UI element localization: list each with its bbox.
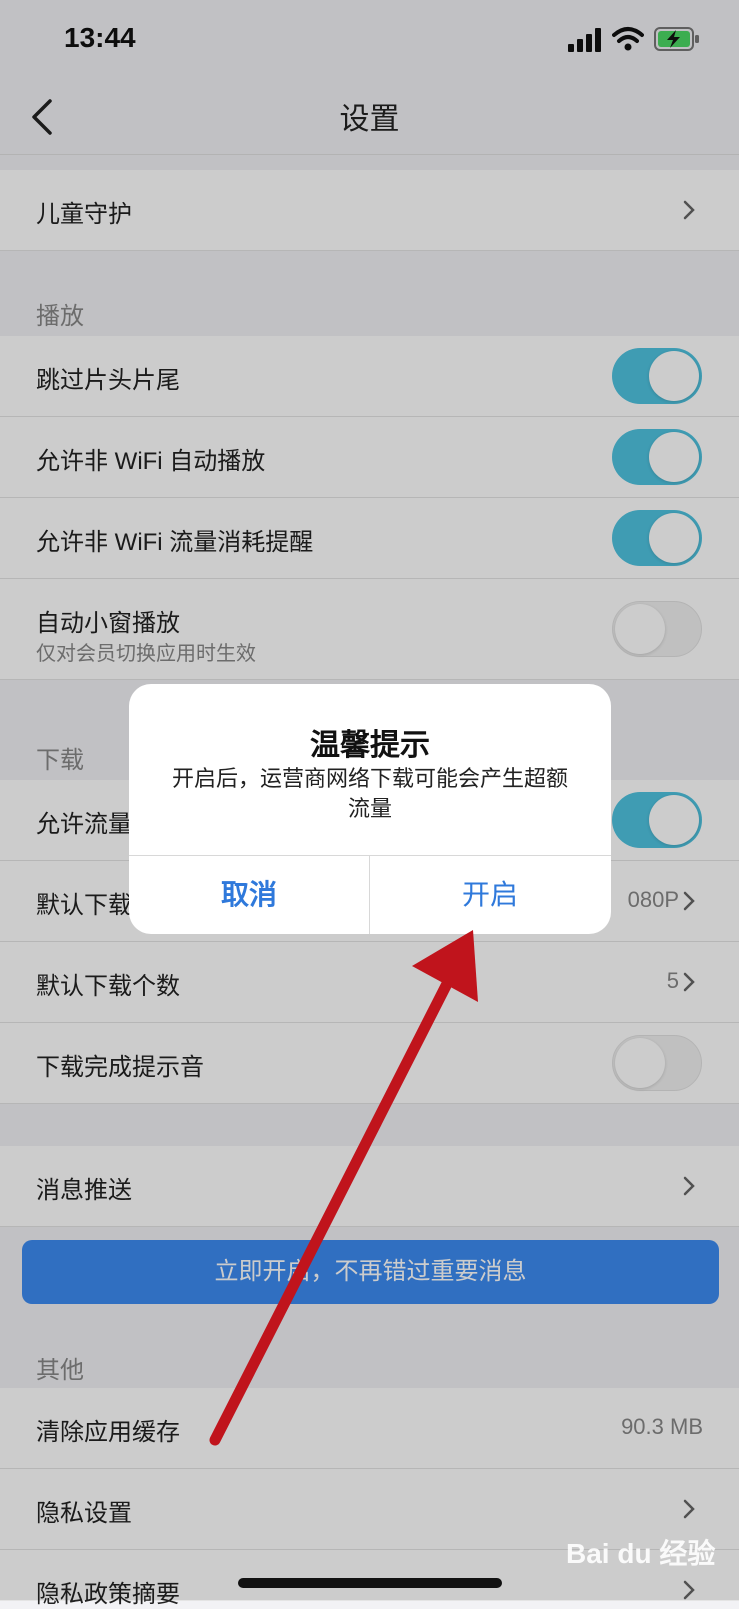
dialog-message: 开启后，运营商网络下载可能会产生超额流量 xyxy=(171,766,568,821)
watermark-logo: Bai du 经验 xyxy=(566,1538,716,1569)
confirm-enable-button[interactable]: 开启 xyxy=(370,856,610,934)
home-indicator xyxy=(238,1578,502,1588)
alert-dialog: 温馨提示 开启后，运营商网络下载可能会产生超额流量 取消 开启 xyxy=(129,684,611,934)
cancel-button[interactable]: 取消 xyxy=(129,856,369,934)
dialog-title: 温馨提示 xyxy=(310,729,430,762)
